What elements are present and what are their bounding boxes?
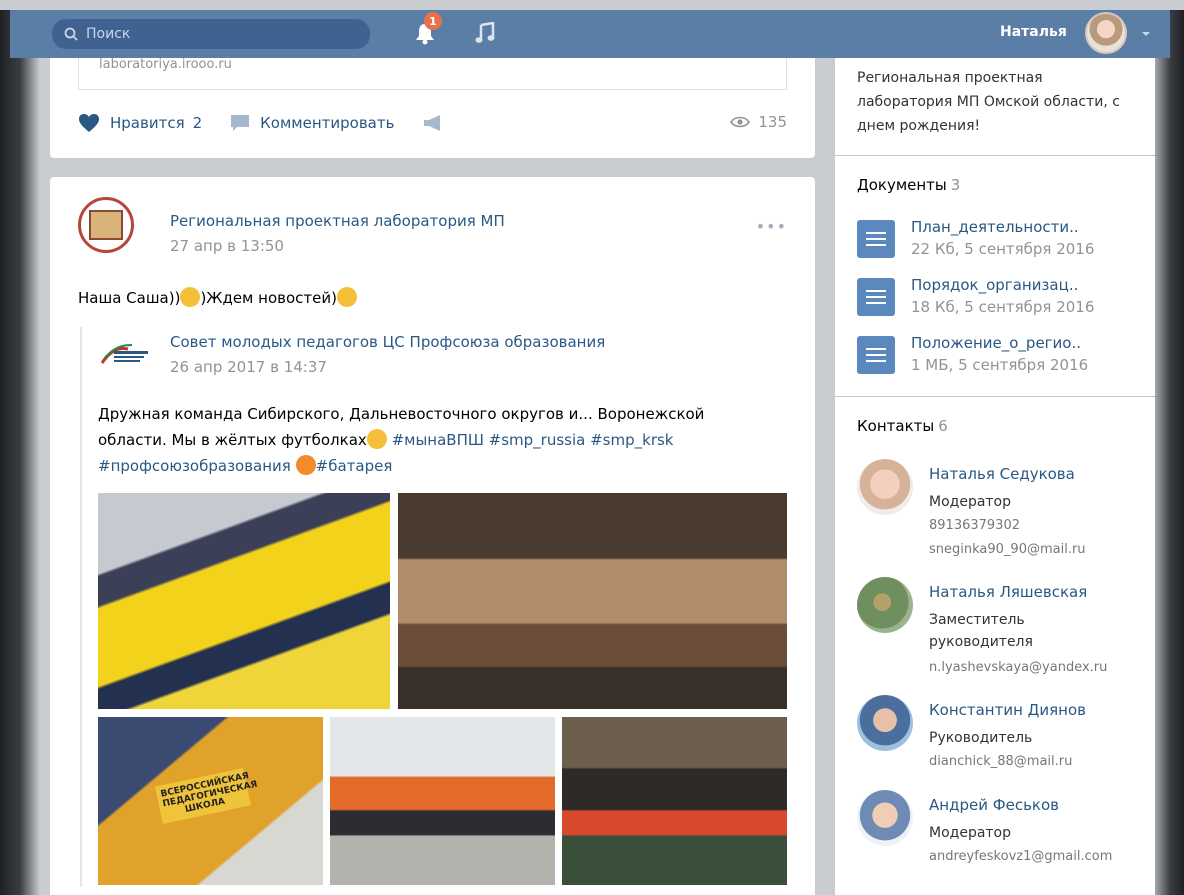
hashtag-link[interactable]: #батарея	[316, 457, 393, 475]
contact-avatar[interactable]	[857, 577, 913, 633]
repost-text-line: #профсоюзобразования #батарея	[98, 453, 788, 479]
repost-text-line: Дружная команда Сибирского, Дальневосточ…	[98, 405, 705, 423]
contact-phone: 89136379302	[929, 518, 1020, 533]
laughing-emoji-icon	[180, 287, 201, 307]
search-icon	[64, 27, 78, 41]
contact-email[interactable]: dianchick_88@mail.ru	[929, 751, 1139, 773]
documents-count: 3	[950, 176, 961, 194]
like-label: Нравится	[110, 114, 185, 132]
post-photo[interactable]	[330, 717, 555, 885]
top-navigation-bar: Поиск 1 Наталья	[10, 10, 1170, 58]
post-photo[interactable]: ВСЕРОССИЙСКАЯ ПЕДАГОГИЧЕСКАЯ ШКОЛА	[98, 717, 323, 885]
documents-block: Документы 3 План_деятельности.. 22 Кб, 5 …	[835, 156, 1155, 396]
contacts-count: 6	[938, 417, 948, 435]
contacts-block: Контакты 6 Наталья Седукова Модератор 891…	[835, 397, 1155, 895]
contact-role: Модератор	[929, 825, 1012, 841]
document-item[interactable]: План_деятельности.. 22 Кб, 5 сентября 20…	[857, 216, 1147, 264]
repost-author-logo[interactable]	[98, 337, 152, 371]
document-meta: 1 МБ, 5 сентября 2016	[911, 356, 1089, 374]
document-icon	[857, 278, 895, 316]
comment-label: Комментировать	[260, 114, 395, 132]
document-meta: 22 Кб, 5 сентября 2016	[911, 240, 1095, 258]
post-photo[interactable]	[398, 493, 787, 709]
share-button[interactable]	[422, 114, 454, 132]
contact-avatar[interactable]	[857, 695, 913, 751]
repost-text: Дружная команда Сибирского, Дальневосточ…	[98, 401, 788, 479]
more-options-icon[interactable]: •••	[756, 217, 787, 236]
contacts-title-label: Контакты	[857, 417, 935, 435]
documents-title-label: Документы	[857, 176, 947, 194]
page-top-strip	[0, 0, 1184, 10]
repost-author[interactable]: Совет молодых педагогов ЦС Профсоюза обр…	[170, 333, 605, 351]
contact-email[interactable]: n.lyashevskaya@yandex.ru	[929, 657, 1139, 679]
greeting-text: Региональная проектная лаборатория МП Ом…	[857, 70, 1120, 134]
sidebar-status-block: Региональная проектная лаборатория МП Ом…	[835, 58, 1155, 155]
documents-title[interactable]: Документы 3	[857, 176, 960, 194]
megaphone-icon	[424, 115, 441, 131]
author-avatar[interactable]	[78, 197, 134, 253]
like-button[interactable]: Нравится 2	[78, 113, 202, 133]
contact-avatar[interactable]	[857, 459, 913, 515]
heart-icon	[79, 114, 99, 132]
contact-email[interactable]: sneginka90_90@mail.ru	[929, 539, 1139, 561]
post-text-part: Наша Саша))	[78, 289, 181, 307]
feed-post: laboratoriya.irooo.ru Нравится 2 Коммент…	[50, 58, 815, 158]
contact-email[interactable]: andreyfeskovz1@gmail.com	[929, 846, 1139, 868]
contact-name[interactable]: Андрей Феськов	[929, 796, 1059, 814]
photo-sign-text: ВСЕРОССИЙСКАЯ ПЕДАГОГИЧЕСКАЯ ШКОЛА	[155, 768, 258, 824]
post-photo[interactable]	[562, 717, 787, 885]
repost-text-part: области. Мы в жёлтых футболках	[98, 431, 367, 449]
views-count: 135	[758, 113, 787, 131]
contact-avatar[interactable]	[857, 790, 913, 846]
link-url[interactable]: laboratoriya.irooo.ru	[99, 57, 232, 72]
document-meta: 18 Кб, 5 сентября 2016	[911, 298, 1095, 316]
notifications-badge: 1	[424, 12, 442, 30]
document-icon	[857, 336, 895, 374]
document-name[interactable]: План_деятельности..	[911, 218, 1079, 236]
upside-down-emoji-icon	[366, 429, 387, 449]
contact-name[interactable]: Константин Диянов	[929, 701, 1086, 719]
comment-button[interactable]: Комментировать	[230, 114, 394, 132]
feed-post: Региональная проектная лаборатория МП 27…	[50, 177, 815, 895]
contact-name[interactable]: Наталья Седукова	[929, 465, 1075, 483]
document-icon	[857, 220, 895, 258]
post-date[interactable]: 27 апр в 13:50	[170, 237, 284, 255]
eye-icon	[730, 116, 751, 128]
link-preview[interactable]: laboratoriya.irooo.ru	[78, 58, 787, 90]
contact-role: Модератор	[929, 494, 1012, 510]
comment-icon	[231, 115, 250, 131]
repost-text-line: области. Мы в жёлтых футболках #мынаВПШ …	[98, 427, 788, 453]
repost-date[interactable]: 26 апр 2017 в 14:37	[170, 358, 327, 376]
contacts-title[interactable]: Контакты 6	[857, 417, 948, 435]
post-photo[interactable]	[98, 493, 390, 709]
post-text: Наша Саша)) )Ждем новостей)	[78, 287, 357, 307]
current-user-avatar[interactable]	[1085, 12, 1127, 54]
chevron-down-icon[interactable]	[1141, 30, 1151, 38]
post-actions: Нравится 2 Комментировать	[78, 113, 482, 133]
post-text-part: )Ждем новостей)	[200, 289, 337, 307]
search-input[interactable]: Поиск	[52, 19, 370, 49]
contact-name[interactable]: Наталья Ляшевская	[929, 583, 1087, 601]
post-author[interactable]: Региональная проектная лаборатория МП	[170, 212, 505, 230]
like-count: 2	[192, 114, 203, 132]
search-placeholder: Поиск	[86, 26, 131, 42]
contact-role: Руководитель	[929, 730, 1033, 746]
document-name[interactable]: Положение_о_регио..	[911, 334, 1081, 352]
repost-divider	[80, 327, 82, 887]
document-name[interactable]: Порядок_организац..	[911, 276, 1078, 294]
contact-role: Заместитель руководителя	[929, 612, 1033, 650]
hashtag-links[interactable]: #мынаВПШ #smp_russia #smp_krsk	[392, 431, 674, 449]
hashtag-link[interactable]: #профсоюзобразования	[98, 457, 291, 475]
views-counter: 135	[730, 113, 787, 131]
wink-emoji-icon	[336, 287, 357, 307]
current-user-name[interactable]: Наталья	[1000, 24, 1067, 40]
document-item[interactable]: Положение_о_регио.. 1 МБ, 5 сентября 201…	[857, 332, 1147, 380]
document-item[interactable]: Порядок_организац.. 18 Кб, 5 сентября 20…	[857, 274, 1147, 322]
music-icon[interactable]	[475, 22, 495, 44]
fire-emoji-icon	[295, 455, 316, 475]
